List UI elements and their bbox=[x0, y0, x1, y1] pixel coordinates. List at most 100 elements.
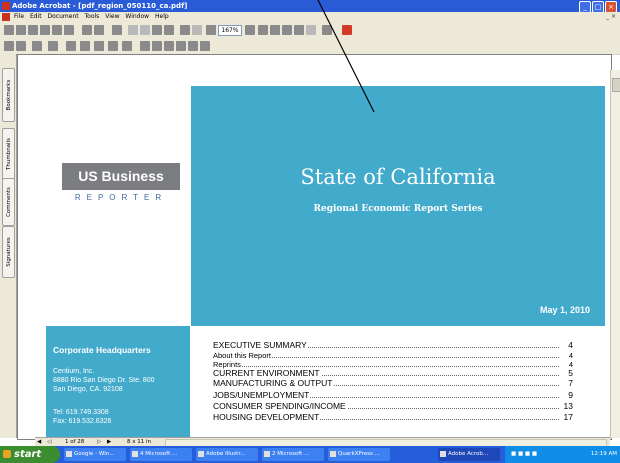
graphics-select-icon[interactable] bbox=[48, 41, 58, 51]
menu-edit[interactable]: Edit bbox=[30, 13, 42, 20]
headquarters-panel: Corporate Headquarters Centium, Inc. 888… bbox=[46, 326, 190, 440]
note-tool-icon[interactable] bbox=[66, 41, 76, 51]
menu-bar: File Edit Document Tools View Window Hel… bbox=[0, 12, 620, 22]
search-web-icon[interactable] bbox=[94, 25, 104, 35]
text-select-icon[interactable] bbox=[32, 41, 42, 51]
open-icon[interactable] bbox=[4, 25, 14, 35]
toc-entry: CURRENT ENVIRONMENT 5 bbox=[213, 368, 573, 378]
toc-entry: About this Report 4 bbox=[213, 351, 573, 360]
zoom-out-icon[interactable] bbox=[206, 25, 216, 35]
window-title: Adobe Acrobat - [pdf_region_050110_ca.pd… bbox=[12, 2, 188, 10]
save-icon[interactable] bbox=[16, 25, 26, 35]
tray-icons[interactable]: ■ ■ ■ ■ bbox=[511, 446, 537, 463]
headquarters-title: Corporate Headquarters bbox=[53, 345, 151, 355]
hq-fax: Fax: 619.532.6326 bbox=[53, 418, 112, 425]
line-tool-icon[interactable] bbox=[94, 41, 104, 51]
menu-view[interactable]: View bbox=[105, 13, 119, 20]
toc-entry: HOUSING DEVELOPMENT 17 bbox=[213, 412, 573, 422]
hq-company: Centium, Inc. bbox=[53, 368, 95, 375]
toc-entry: EXECUTIVE SUMMARY 4 bbox=[213, 340, 573, 350]
system-tray: ■ ■ ■ ■ 12:19 AM bbox=[505, 446, 620, 463]
start-button[interactable]: start bbox=[0, 446, 60, 463]
taskbar-item-microsoft-excel[interactable]: 2 Microsoft ... bbox=[262, 448, 324, 461]
tab-signatures[interactable]: Signatures bbox=[2, 226, 15, 278]
word-icon bbox=[132, 451, 138, 457]
vertical-scrollbar[interactable] bbox=[610, 70, 620, 438]
cover-title: State of California bbox=[300, 165, 496, 189]
logo-wordmark: US Business bbox=[62, 163, 180, 190]
zoom-level-field[interactable]: 167% bbox=[218, 25, 242, 36]
taskbar-item-google[interactable]: Google - Win... bbox=[64, 448, 126, 461]
zoom-dropdown-icon[interactable] bbox=[245, 25, 255, 35]
toc-entry: JOBS/UNEMPLOYMENT 9 bbox=[213, 390, 573, 400]
tab-thumbnails[interactable]: Thumbnails bbox=[2, 128, 15, 180]
save-copy-icon[interactable] bbox=[28, 25, 38, 35]
taskbar-item-microsoft-word[interactable]: 4 Microsoft ... bbox=[130, 448, 192, 461]
clock[interactable]: 12:19 AM bbox=[591, 446, 617, 463]
report-date: May 1, 2010 bbox=[539, 305, 590, 315]
zoom-tool-icon[interactable] bbox=[16, 41, 26, 51]
publisher-logo: US Business REPORTER bbox=[62, 163, 180, 205]
menu-window[interactable]: Window bbox=[125, 13, 149, 20]
email-icon[interactable] bbox=[52, 25, 62, 35]
article-tool-icon[interactable] bbox=[164, 41, 174, 51]
highlight-tool-icon[interactable] bbox=[122, 41, 132, 51]
windows-flag-icon bbox=[3, 450, 11, 458]
hq-address-line-2: San Diego, CA. 92108 bbox=[53, 386, 123, 393]
touchup-object-icon[interactable] bbox=[188, 41, 198, 51]
illustrator-icon bbox=[198, 451, 204, 457]
menu-tools[interactable]: Tools bbox=[85, 13, 100, 20]
acrobat-app-icon bbox=[2, 2, 10, 10]
form-tool-icon[interactable] bbox=[200, 41, 210, 51]
menu-help[interactable]: Help bbox=[155, 13, 169, 20]
hand-tool-icon[interactable] bbox=[4, 41, 14, 51]
crop-tool-icon[interactable] bbox=[140, 41, 150, 51]
acrobat-icon bbox=[440, 451, 446, 457]
toolbar-primary: 167% bbox=[0, 22, 620, 39]
excel-icon bbox=[264, 451, 270, 457]
logo-subtitle: REPORTER bbox=[62, 190, 180, 205]
toc-entry: CONSUMER SPENDING/INCOME 13 bbox=[213, 401, 573, 411]
taskbar: start Google - Win... 4 Microsoft ... Ad… bbox=[0, 446, 620, 463]
stamp-tool-icon[interactable] bbox=[108, 41, 118, 51]
actual-size-icon[interactable] bbox=[270, 25, 280, 35]
document-window-controls[interactable]: _ × bbox=[606, 12, 616, 22]
link-tool-icon[interactable] bbox=[152, 41, 162, 51]
cover-subtitle: Regional Economic Report Series bbox=[313, 204, 483, 214]
find-icon[interactable] bbox=[82, 25, 92, 35]
menu-file[interactable]: File bbox=[14, 13, 24, 20]
previous-view-icon[interactable] bbox=[180, 25, 190, 35]
navigation-pane-icon[interactable] bbox=[112, 25, 122, 35]
taskbar-item-illustrator[interactable]: Adobe Illustr... bbox=[196, 448, 258, 461]
menu-document[interactable]: Document bbox=[48, 13, 79, 20]
navigation-tabs: Bookmarks Thumbnails Comments Signatures bbox=[0, 54, 17, 438]
scrollbar-thumb[interactable] bbox=[612, 78, 620, 92]
previous-page-icon[interactable] bbox=[140, 25, 150, 35]
hq-address-line-1: 8880 Rio San Diego Dr. Ste. 800 bbox=[53, 377, 155, 384]
hq-phone: Tel: 619.749.3308 bbox=[53, 409, 109, 416]
fit-page-icon[interactable] bbox=[282, 25, 292, 35]
rotate-view-icon[interactable] bbox=[322, 25, 332, 35]
touchup-text-icon[interactable] bbox=[176, 41, 186, 51]
toolbar-secondary bbox=[0, 38, 620, 55]
toc-entry: MANUFACTURING & OUTPUT 7 bbox=[213, 378, 573, 388]
title-bar: Adobe Acrobat - [pdf_region_050110_ca.pd… bbox=[0, 0, 620, 13]
search-icon[interactable] bbox=[64, 25, 74, 35]
acrobat-help-icon[interactable] bbox=[342, 25, 352, 35]
first-page-icon[interactable] bbox=[128, 25, 138, 35]
tab-comments[interactable]: Comments bbox=[2, 178, 15, 226]
browser-icon bbox=[66, 451, 72, 457]
last-page-icon[interactable] bbox=[164, 25, 174, 35]
fit-width-icon[interactable] bbox=[294, 25, 304, 35]
zoom-in-icon[interactable] bbox=[258, 25, 268, 35]
pencil-tool-icon[interactable] bbox=[80, 41, 90, 51]
taskbar-item-quarkxpress[interactable]: QuarkXPress ... bbox=[328, 448, 390, 461]
next-view-icon[interactable] bbox=[192, 25, 202, 35]
fit-visible-icon[interactable] bbox=[306, 25, 316, 35]
taskbar-item-adobe-acrobat[interactable]: Adobe Acrob... bbox=[438, 448, 500, 461]
next-page-icon[interactable] bbox=[152, 25, 162, 35]
print-icon[interactable] bbox=[40, 25, 50, 35]
quark-icon bbox=[330, 451, 336, 457]
document-icon bbox=[2, 13, 10, 21]
tab-bookmarks[interactable]: Bookmarks bbox=[2, 68, 15, 122]
